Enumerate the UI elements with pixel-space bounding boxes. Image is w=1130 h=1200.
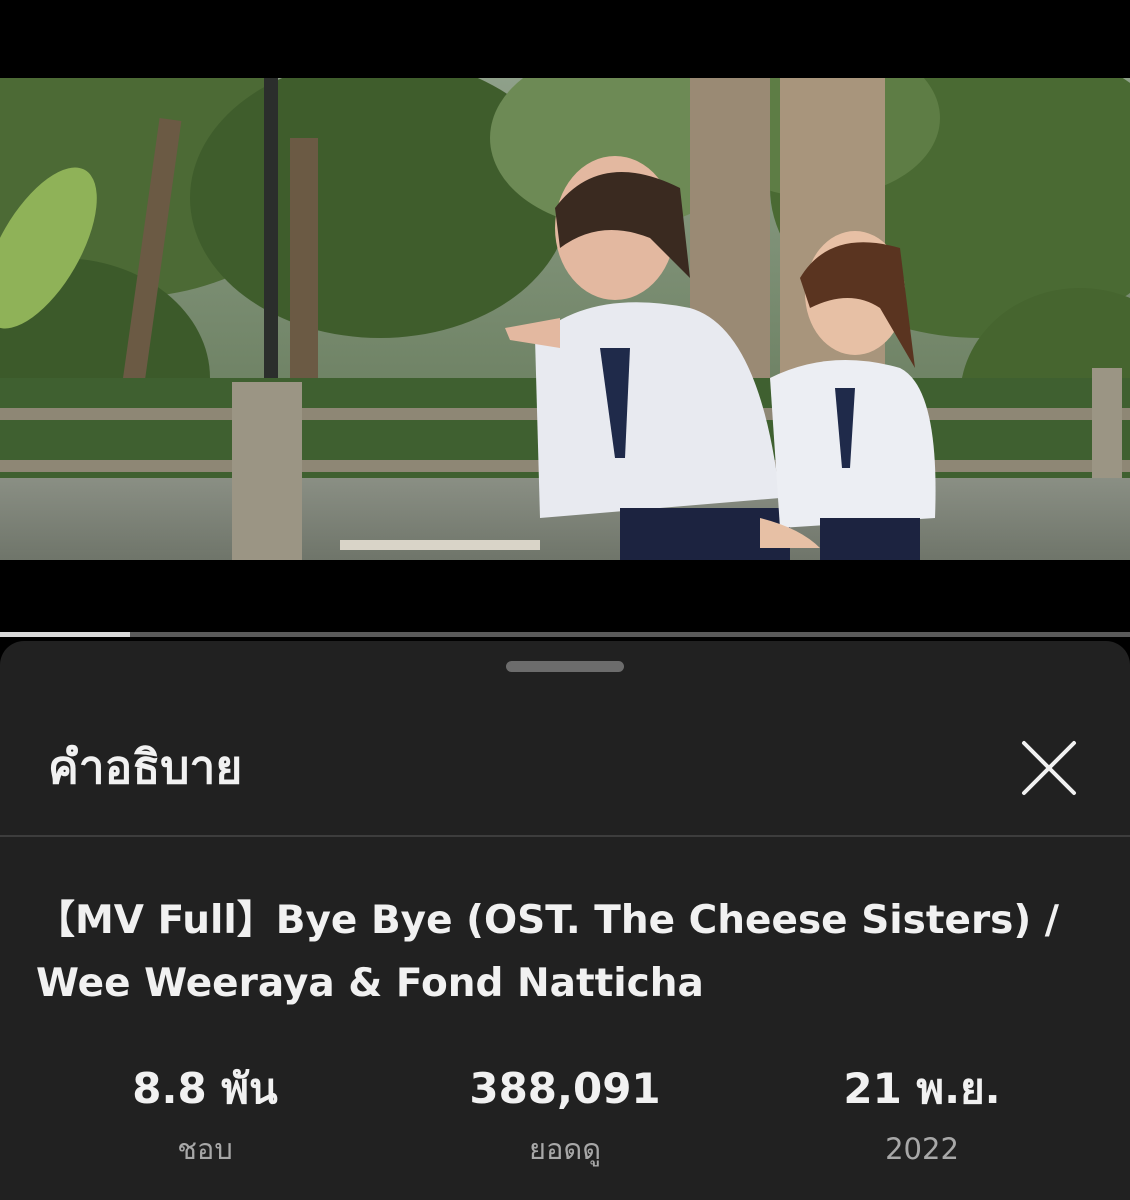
likes-label: ชอบ xyxy=(177,1132,233,1166)
close-icon xyxy=(1022,741,1076,795)
description-header: คำอธิบาย xyxy=(0,701,1130,835)
drag-handle[interactable] xyxy=(506,661,624,672)
video-title: 【MV Full】Bye Bye (OST. The Cheese Sister… xyxy=(36,898,1060,1006)
views-label: ยอดดู xyxy=(528,1132,602,1166)
likes-stat: 8.8 พัน ชอบ xyxy=(55,1061,355,1171)
publish-date: 21 พ.ย. xyxy=(843,1064,1001,1113)
likes-count: 8.8 พัน xyxy=(132,1064,278,1113)
video-progress-bar[interactable] xyxy=(0,632,1130,637)
video-frame[interactable] xyxy=(0,78,1130,560)
close-button[interactable] xyxy=(1008,727,1090,809)
views-count: 388,091 xyxy=(469,1064,661,1113)
description-title: คำอธิบาย xyxy=(48,740,243,794)
header-divider xyxy=(0,835,1130,837)
video-still-image xyxy=(0,78,1130,560)
video-player[interactable] xyxy=(0,0,1130,637)
publish-year: 2022 xyxy=(885,1132,959,1166)
video-stats: 8.8 พัน ชอบ 388,091 ยอดดู 21 พ.ย. 2022 xyxy=(0,1061,1130,1181)
views-stat: 388,091 ยอดดู xyxy=(415,1061,715,1171)
description-panel: คำอธิบาย 【MV Full】Bye Bye (OST. The Chee… xyxy=(0,641,1130,1200)
video-progress-fill xyxy=(0,632,130,637)
date-stat: 21 พ.ย. 2022 xyxy=(772,1061,1072,1171)
